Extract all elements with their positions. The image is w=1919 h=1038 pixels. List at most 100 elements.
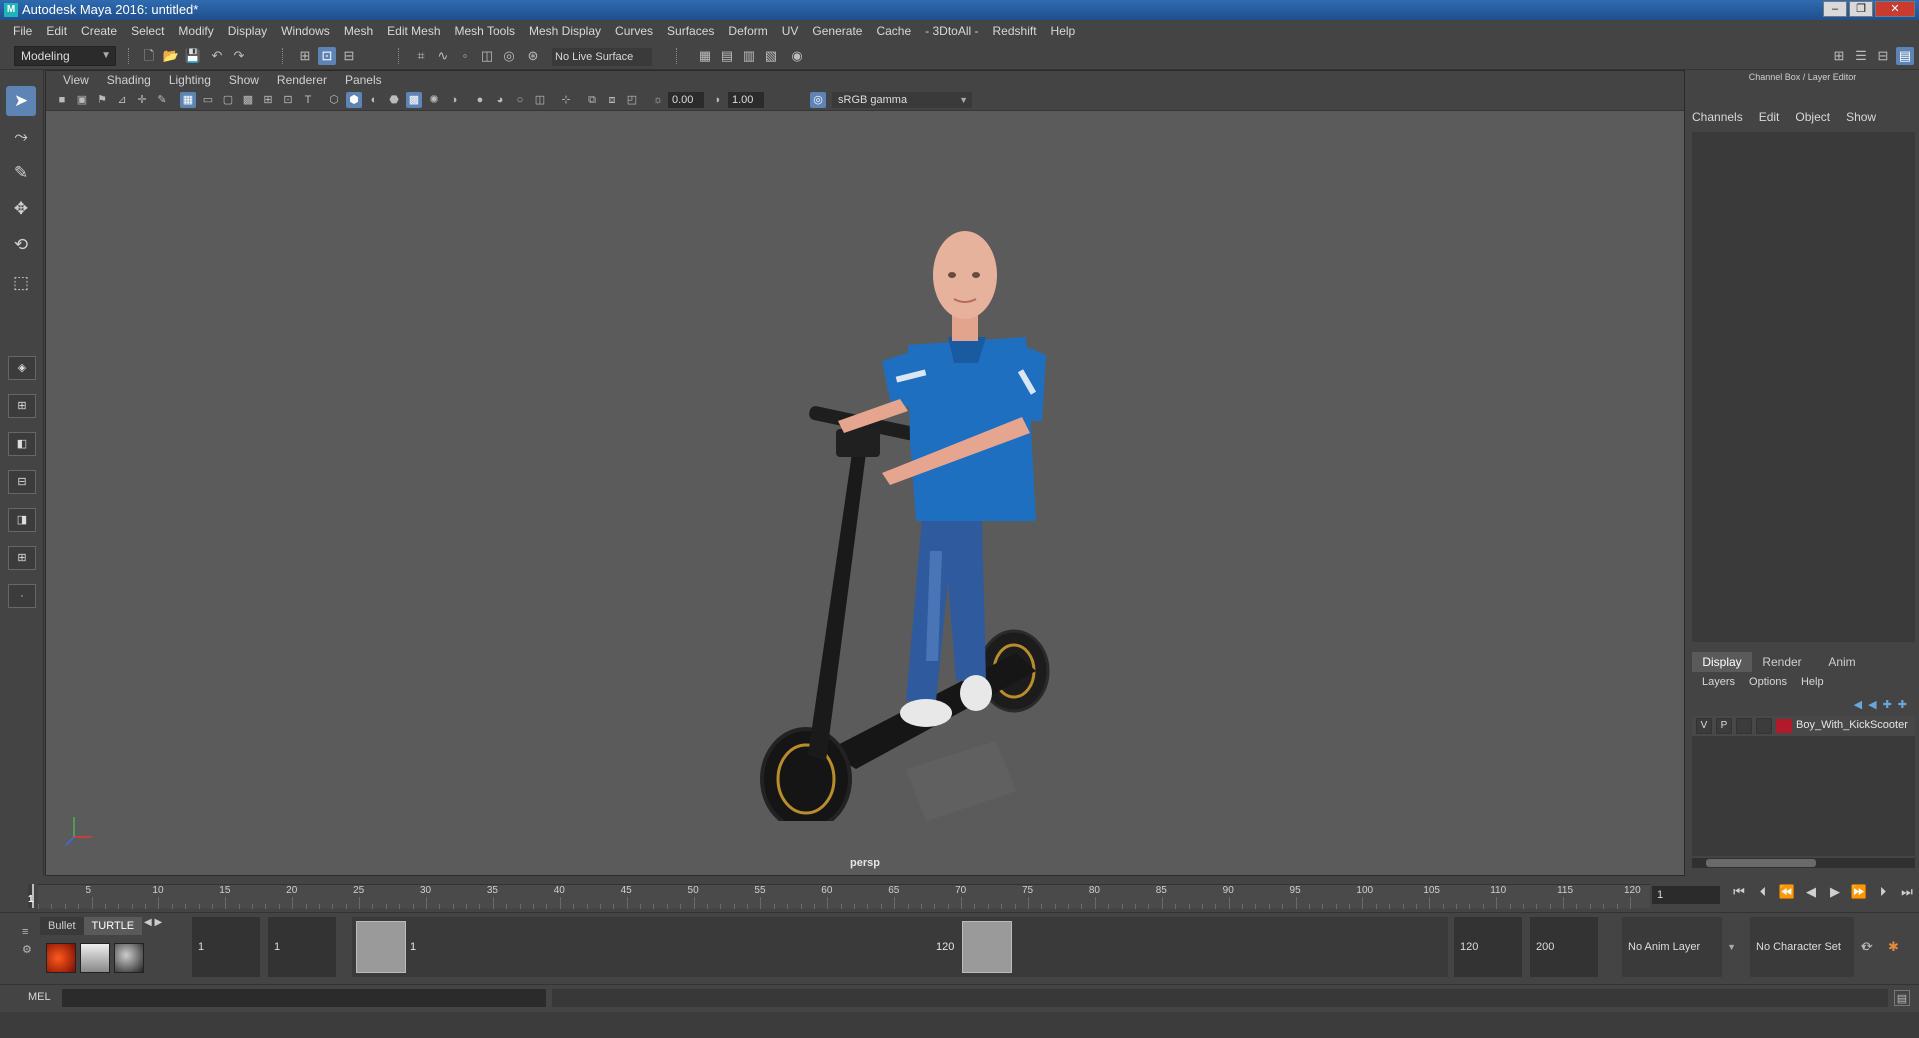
exposure-icon[interactable]: ☼ — [650, 92, 666, 108]
two-d-pan-zoom-icon[interactable]: ✛ — [134, 92, 150, 108]
redo-icon[interactable]: ↷ — [230, 47, 248, 65]
exposure-field[interactable]: 0.00 — [668, 92, 704, 108]
move-layer-down-icon[interactable]: ◀ — [1868, 698, 1876, 711]
xray-joints-icon[interactable]: ⧈ — [604, 92, 620, 108]
tab-render[interactable]: Render — [1752, 652, 1812, 672]
menu-mesh[interactable]: Mesh — [337, 24, 380, 38]
viewport-menu-lighting[interactable]: Lighting — [160, 73, 220, 87]
move-tool-icon[interactable]: ✥ — [6, 194, 36, 224]
menu-help[interactable]: Help — [1044, 24, 1083, 38]
color-management-icon[interactable]: ◎ — [810, 92, 826, 108]
menu-mesh-display[interactable]: Mesh Display — [522, 24, 608, 38]
step-back-key-icon[interactable]: ⏪ — [1778, 884, 1796, 900]
layer-playback-toggle[interactable]: P — [1716, 718, 1732, 734]
turtle-render-icon[interactable] — [46, 943, 76, 973]
shelf-tab-turtle[interactable]: TURTLE — [83, 917, 143, 935]
character-set-dropdown[interactable]: No Character Set ▼ — [1750, 917, 1868, 977]
playback-end-field[interactable]: 120 — [1454, 917, 1522, 977]
menu-select[interactable]: Select — [124, 24, 171, 38]
minimize-button[interactable]: – — [1823, 1, 1847, 17]
script-language-toggle[interactable]: MEL — [28, 991, 51, 1003]
animation-end-field[interactable]: 200 — [1530, 917, 1598, 977]
safe-action-icon[interactable]: ⊡ — [280, 92, 296, 108]
channel-box-menu-show[interactable]: Show — [1846, 110, 1876, 124]
film-gate-icon[interactable]: ▭ — [200, 92, 216, 108]
resolution-gate-icon[interactable]: ▢ — [220, 92, 236, 108]
bookmark-icon[interactable]: ⚑ — [94, 92, 110, 108]
menu-edit-mesh[interactable]: Edit Mesh — [380, 24, 447, 38]
wireframe-on-shaded-icon[interactable]: ⬣ — [386, 92, 402, 108]
layer-name[interactable]: Boy_With_KickScooter — [1796, 719, 1908, 731]
layer-menu-layers[interactable]: Layers — [1702, 676, 1735, 688]
shelf-scroll-arrows[interactable]: ◀ ▶ — [144, 917, 162, 928]
hypershade-icon[interactable]: ◉ — [788, 47, 806, 65]
gate-mask-icon[interactable]: ▩ — [240, 92, 256, 108]
menu-mesh-tools[interactable]: Mesh Tools — [448, 24, 522, 38]
image-plane-icon[interactable]: ⊿ — [114, 92, 130, 108]
channel-box-menu-object[interactable]: Object — [1795, 110, 1830, 124]
two-pane-side-layout-icon[interactable]: ◧ — [8, 432, 36, 456]
layer-display-type-toggle[interactable] — [1736, 718, 1752, 734]
menu-file[interactable]: File — [6, 24, 39, 38]
channel-box-area[interactable] — [1692, 132, 1915, 642]
paint-select-tool-icon[interactable]: ✎ — [6, 158, 36, 188]
move-layer-up-icon[interactable]: ◀ — [1854, 698, 1862, 711]
channel-box-menu-edit[interactable]: Edit — [1759, 110, 1780, 124]
ipr-render-icon[interactable]: ▥ — [740, 47, 758, 65]
maximize-button[interactable]: ❐ — [1849, 1, 1873, 17]
single-pane-layout-icon[interactable]: ◈ — [8, 356, 36, 380]
auto-key-icon[interactable]: ⟳ — [1862, 939, 1873, 955]
menu-cache[interactable]: Cache — [869, 24, 918, 38]
current-frame-field[interactable]: 1 — [1652, 886, 1720, 904]
screen-space-ao-icon[interactable]: ● — [472, 92, 488, 108]
gamma-field[interactable]: 1.00 — [728, 92, 764, 108]
turtle-surface-icon[interactable] — [114, 943, 144, 973]
modeling-toolkit-icon[interactable]: ⊞ — [1830, 47, 1848, 65]
boy-with-kickscooter-model[interactable] — [686, 141, 1106, 821]
render-view-icon[interactable]: ▦ — [696, 47, 714, 65]
viewport-persp[interactable]: View Shading Lighting Show Renderer Pane… — [45, 70, 1685, 876]
viewport-menu-renderer[interactable]: Renderer — [268, 73, 336, 87]
layer-menu-help[interactable]: Help — [1801, 676, 1824, 688]
shadows-icon[interactable]: ◑ — [446, 92, 462, 108]
step-forward-key-icon[interactable]: ⏩ — [1850, 884, 1868, 900]
go-to-end-icon[interactable]: ⏭ — [1898, 884, 1916, 900]
scale-tool-icon[interactable]: ⬚ — [6, 268, 36, 298]
viewport-menu-panels[interactable]: Panels — [336, 73, 391, 87]
tool-settings-icon[interactable]: ⊟ — [1874, 47, 1892, 65]
menu-create[interactable]: Create — [74, 24, 124, 38]
shelf-menu-icon[interactable]: ≡ — [22, 923, 32, 941]
anim-layer-dropdown[interactable]: No Anim Layer ▼ — [1622, 917, 1736, 977]
scrollbar-thumb[interactable] — [1706, 859, 1816, 867]
menu-display[interactable]: Display — [221, 24, 274, 38]
close-button[interactable]: ✕ — [1875, 1, 1915, 17]
menu-generate[interactable]: Generate — [805, 24, 869, 38]
layer-color-swatch[interactable] — [1776, 719, 1792, 733]
view-transform-dropdown[interactable]: sRGB gamma ▼ — [832, 92, 972, 108]
time-slider[interactable]: 5 10 15 20 25 30 35 40 45 50 55 60 65 70 75 80 85 90 95 100… — [28, 878, 1650, 910]
layer-menu-options[interactable]: Options — [1749, 676, 1787, 688]
textured-icon[interactable]: ▩ — [406, 92, 422, 108]
wireframe-icon[interactable]: ⬡ — [326, 92, 342, 108]
live-surface-field[interactable]: No Live Surface — [552, 48, 652, 66]
tab-display[interactable]: Display — [1692, 652, 1752, 672]
render-frame-icon[interactable]: ▤ — [718, 47, 736, 65]
isolate-select-icon[interactable]: ⊹ — [558, 92, 574, 108]
snap-to-curve-icon[interactable]: ∿ — [434, 47, 452, 65]
time-slider-track[interactable]: 5 10 15 20 25 30 35 40 45 50 55 60 65 70 75 80 85 90 95 100… — [38, 884, 1650, 909]
save-scene-icon[interactable]: 💾 — [184, 47, 202, 65]
select-tool-icon[interactable]: ➤ — [6, 86, 36, 116]
xray-components-icon[interactable]: ◰ — [624, 92, 640, 108]
go-to-start-icon[interactable]: ⏮ — [1730, 884, 1748, 900]
undo-icon[interactable]: ↶ — [208, 47, 226, 65]
use-all-lights-icon[interactable]: ✺ — [426, 92, 442, 108]
attribute-editor-icon[interactable]: ☰ — [1852, 47, 1870, 65]
menu-windows[interactable]: Windows — [274, 24, 337, 38]
persp-graph-layout-icon[interactable]: ◨ — [8, 508, 36, 532]
more-layouts-icon[interactable]: · — [8, 584, 36, 608]
mel-command-input[interactable] — [62, 989, 546, 1007]
menu-edit[interactable]: Edit — [39, 24, 74, 38]
animation-preferences-icon[interactable]: ✱ — [1888, 939, 1899, 955]
depth-of-field-icon[interactable]: ◫ — [532, 92, 548, 108]
open-scene-icon[interactable]: 📂 — [162, 47, 180, 65]
